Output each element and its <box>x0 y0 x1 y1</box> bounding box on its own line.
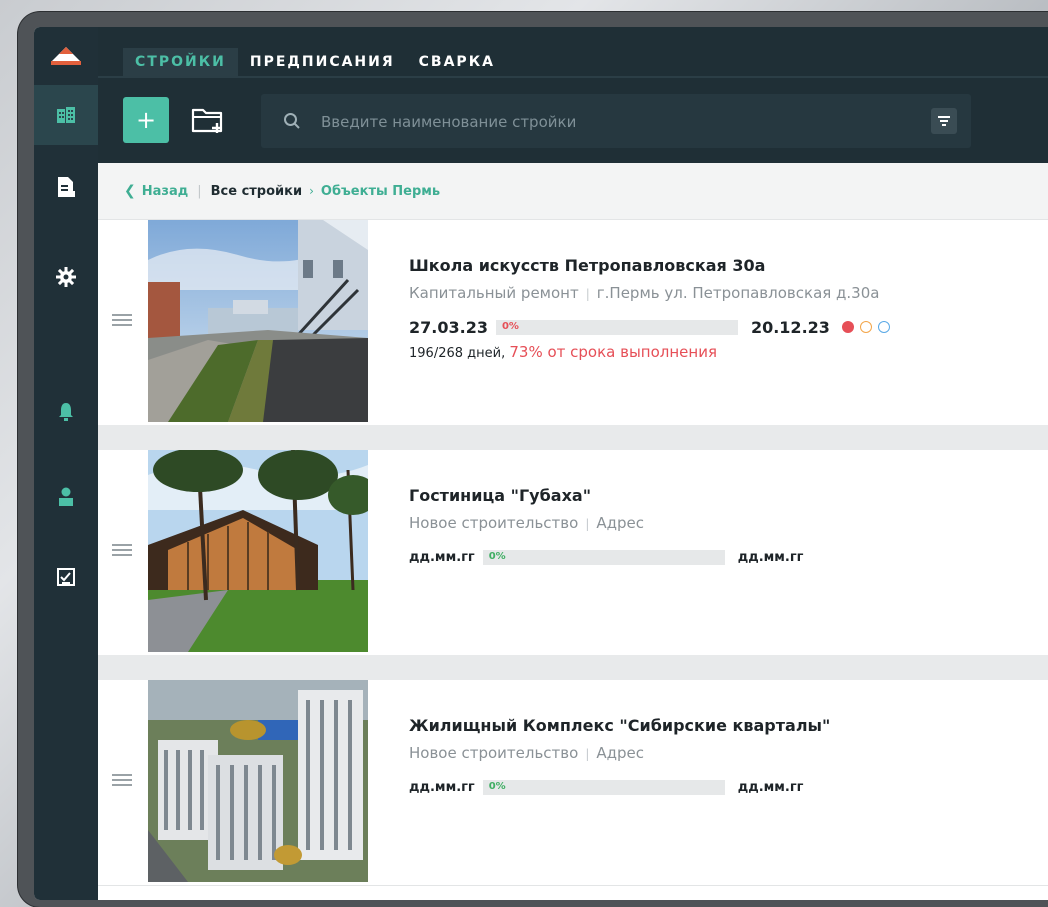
status-dot-red <box>841 321 854 333</box>
project-address: Адрес <box>596 744 644 762</box>
back-link[interactable]: ❮ Назад <box>124 183 188 199</box>
search-input[interactable] <box>319 108 883 136</box>
sidebar-item-buildings[interactable] <box>34 85 98 145</box>
chevron-right-icon: › <box>309 184 314 198</box>
gear-icon <box>56 267 76 287</box>
progress-row: дд.мм.гг 0% дд.мм.гг <box>409 776 1038 798</box>
end-date: 20.12.23 <box>750 317 830 337</box>
project-card[interactable]: Школа искусств Петропавловская 30а Капит… <box>98 220 1048 426</box>
progress-bar: 0% <box>482 779 725 795</box>
status-dot-orange <box>859 321 872 333</box>
project-list: Школа искусств Петропавловская 30а Капит… <box>98 220 1048 900</box>
search-bar <box>261 94 971 148</box>
deadline-percent: 73% от срока выполнения <box>509 343 717 361</box>
project-photo <box>148 680 368 882</box>
sidebar-item-settings[interactable] <box>34 247 98 307</box>
section-tabs: СТРОЙКИ ПРЕДПИСАНИЯ СВАРКА <box>123 48 507 76</box>
project-photo <box>148 220 368 422</box>
app-screen: СТРОЙКИ ПРЕДПИСАНИЯ СВАРКА + Введите наи… <box>34 27 1048 900</box>
meta-separator: | <box>585 517 590 531</box>
drag-handle-icon[interactable] <box>112 544 132 558</box>
tab-construction[interactable]: СТРОЙКИ <box>123 48 238 76</box>
end-date: дд.мм.гг <box>737 549 804 565</box>
breadcrumb-separator: | <box>197 183 202 199</box>
project-address: Адрес <box>596 514 644 532</box>
days-count: 196/268 дней, <box>409 346 506 361</box>
breadcrumb-all-projects[interactable]: Все стройки <box>211 184 302 199</box>
breadcrumb: ❮ Назад | Все стройки › Объекты Пермь <box>98 163 1048 220</box>
breadcrumb-perm-objects[interactable]: Объекты Пермь <box>321 184 440 199</box>
project-photo <box>148 450 368 652</box>
sidebar <box>34 27 98 900</box>
project-info: Жилищный Комплекс "Сибирские кварталы" Н… <box>409 716 1038 798</box>
plus-icon: + <box>135 106 157 134</box>
project-meta: Новое строительство | Адрес <box>409 514 1038 532</box>
project-card[interactable]: Гостиница "Губаха" Новое строительство | А… <box>98 450 1048 656</box>
progress-percent: 0% <box>488 780 506 792</box>
back-label: Назад <box>141 183 189 199</box>
tabs-underline <box>98 76 1048 78</box>
chevron-left-icon: ❮ <box>124 183 136 199</box>
folder-add-icon <box>191 108 223 133</box>
tab-welding[interactable]: СВАРКА <box>407 48 507 76</box>
bell-icon <box>59 403 73 421</box>
document-icon <box>58 177 75 197</box>
project-type: Капитальный ремонт <box>409 284 579 302</box>
sidebar-item-documents[interactable] <box>34 157 98 217</box>
end-date: дд.мм.гг <box>737 779 804 795</box>
progress-row: 27.03.23 0% 20.12.23 <box>409 316 1038 338</box>
project-type: Новое строительство <box>409 514 579 532</box>
status-indicators <box>841 321 896 333</box>
timeline-summary: 196/268 дней, 73% от срока выполнения <box>409 343 1038 361</box>
add-project-button[interactable]: + <box>123 97 169 143</box>
drag-handle-icon[interactable] <box>112 774 132 788</box>
sidebar-item-tasks[interactable] <box>34 547 98 607</box>
list-divider <box>98 655 1048 680</box>
drag-handle-icon[interactable] <box>112 314 132 328</box>
start-date: дд.мм.гг <box>409 549 475 565</box>
list-divider <box>98 425 1048 450</box>
start-date: дд.мм.гг <box>409 779 475 795</box>
meta-separator: | <box>585 287 590 301</box>
sidebar-item-profile[interactable] <box>34 467 98 527</box>
filter-icon <box>938 116 950 126</box>
new-folder-button[interactable] <box>187 99 229 141</box>
progress-percent: 0% <box>488 550 506 562</box>
project-meta: Новое строительство | Адрес <box>409 744 1038 762</box>
project-card[interactable]: Жилищный Комплекс "Сибирские кварталы" Н… <box>98 680 1048 886</box>
project-title[interactable]: Гостиница "Губаха" <box>409 486 1038 505</box>
progress-bar: 0% <box>495 319 738 335</box>
meta-separator: | <box>585 747 590 761</box>
search-icon <box>284 113 300 129</box>
status-dot-blue <box>877 321 890 333</box>
project-title[interactable]: Жилищный Комплекс "Сибирские кварталы" <box>409 716 1038 735</box>
user-icon <box>59 487 73 506</box>
progress-bar: 0% <box>482 549 725 565</box>
project-info: Школа искусств Петропавловская 30а Капит… <box>409 256 1038 361</box>
project-meta: Капитальный ремонт | г.Пермь ул. Петропавл… <box>409 284 1038 302</box>
buildings-icon <box>57 107 75 123</box>
top-bar: СТРОЙКИ ПРЕДПИСАНИЯ СВАРКА + <box>98 27 1048 163</box>
project-info: Гостиница "Губаха" Новое строительство | А… <box>409 486 1038 568</box>
app-logo[interactable] <box>34 27 98 85</box>
project-address: г.Пермь ул. Петропавловская д.30а <box>596 284 880 302</box>
sidebar-item-notifications[interactable] <box>34 382 98 442</box>
filter-button[interactable] <box>931 108 957 134</box>
tab-prescriptions[interactable]: ПРЕДПИСАНИЯ <box>238 48 407 76</box>
progress-percent: 0% <box>501 320 519 332</box>
progress-row: дд.мм.гг 0% дд.мм.гг <box>409 546 1038 568</box>
project-title[interactable]: Школа искусств Петропавловская 30а <box>409 256 1038 275</box>
start-date: 27.03.23 <box>409 317 488 337</box>
project-type: Новое строительство <box>409 744 579 762</box>
checklist-icon <box>57 568 75 586</box>
